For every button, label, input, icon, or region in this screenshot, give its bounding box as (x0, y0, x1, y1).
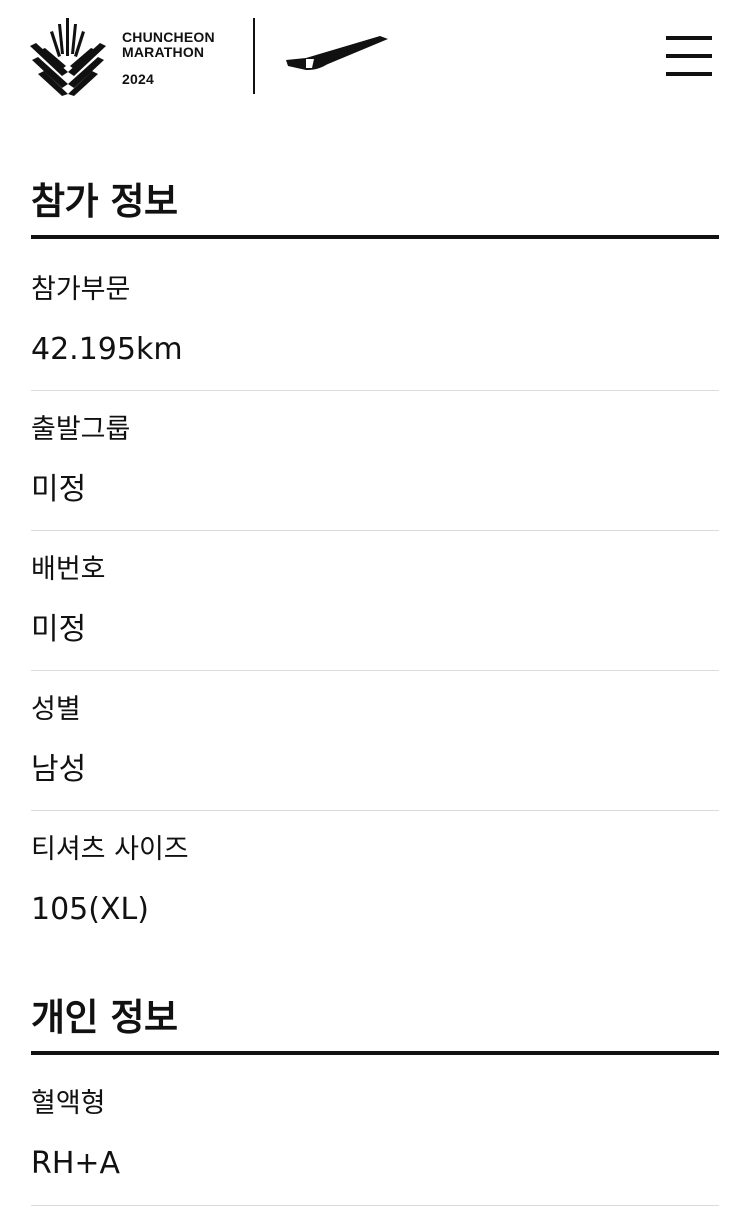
field-divider (31, 810, 719, 811)
section-divider (31, 235, 719, 239)
field-label-tshirt-size: 티셔츠 사이즈 (31, 834, 189, 865)
field-value-bib-number: 미정 (31, 612, 87, 647)
field-label-bib-number: 배번호 (31, 554, 106, 585)
section-divider (31, 1051, 719, 1055)
field-label-gender: 성별 (31, 694, 81, 725)
section-title-personal: 개인 정보 (31, 996, 178, 1039)
field-value-blood-type: RH+A (31, 1146, 121, 1181)
logo-line-2: MARATHON (122, 44, 205, 60)
field-value-gender: 남성 (31, 752, 87, 787)
logo-line-1: CHUNCHEON (122, 29, 215, 45)
header: CHUNCHEON MARATHON 2024 (0, 0, 750, 110)
marathon-leaf-logo-icon (30, 18, 106, 96)
field-value-category: 42.195km (31, 332, 183, 367)
field-divider (31, 390, 719, 391)
field-divider (31, 530, 719, 531)
field-divider (31, 1205, 719, 1206)
field-label-blood-type: 혈액형 (31, 1088, 106, 1119)
field-divider (31, 670, 719, 671)
logo-divider (253, 18, 255, 94)
field-label-category: 참가부문 (31, 274, 131, 305)
field-value-start-group: 미정 (31, 472, 87, 507)
logo-year: 2024 (122, 71, 154, 87)
field-value-tshirt-size: 105(XL) (31, 892, 149, 927)
sponsor-airplane-logo-icon (286, 36, 388, 70)
section-title-participation: 참가 정보 (31, 180, 178, 223)
event-logo-text: CHUNCHEON MARATHON 2024 (122, 30, 215, 87)
field-label-start-group: 출발그룹 (31, 414, 131, 445)
hamburger-menu-icon[interactable] (666, 34, 712, 80)
